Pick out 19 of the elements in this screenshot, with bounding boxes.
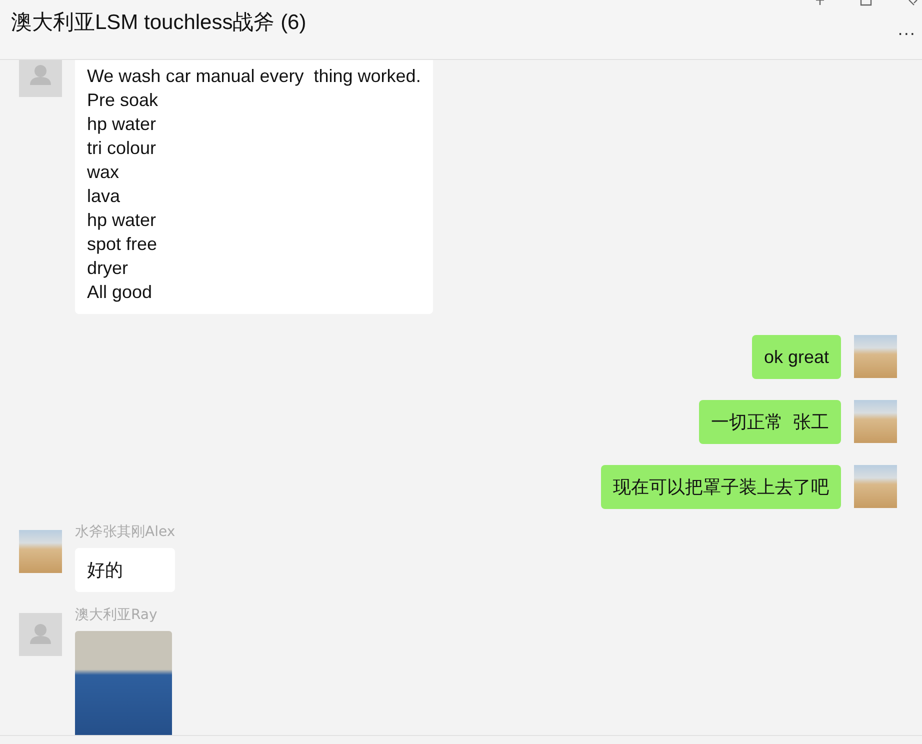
message-bubble: 一切正常 张工 xyxy=(698,400,841,444)
more-button[interactable]: ... xyxy=(898,20,916,39)
default-avatar-icon[interactable] xyxy=(19,60,62,97)
photo-placeholder[interactable] xyxy=(75,631,172,735)
avatar-photo-placeholder[interactable] xyxy=(854,335,897,378)
window-title: 澳大利亚LSM touchless战斧 (6) xyxy=(11,10,306,36)
avatar-photo-placeholder[interactable] xyxy=(854,400,897,443)
message-bubble: We wash car manual every thing worked. Pre soak hp water tri colour wax lava hp water spot free dryer All good xyxy=(75,60,433,314)
sender-name: 水斧张其刚Alex xyxy=(75,524,176,540)
message-bubble: 好的 xyxy=(75,548,176,592)
message-bubble: ok great xyxy=(752,335,841,379)
sender-name: 澳大利亚Ray xyxy=(75,607,158,623)
pin-icon[interactable] xyxy=(814,0,826,6)
avatar-photo-placeholder[interactable] xyxy=(19,530,62,573)
avatar-photo-placeholder[interactable] xyxy=(854,465,897,508)
default-avatar-icon[interactable] xyxy=(19,613,62,656)
close-icon[interactable] xyxy=(906,0,918,6)
message-bubble: 现在可以把罩子装上去了吧 xyxy=(601,465,841,509)
maximize-icon[interactable] xyxy=(860,0,872,6)
